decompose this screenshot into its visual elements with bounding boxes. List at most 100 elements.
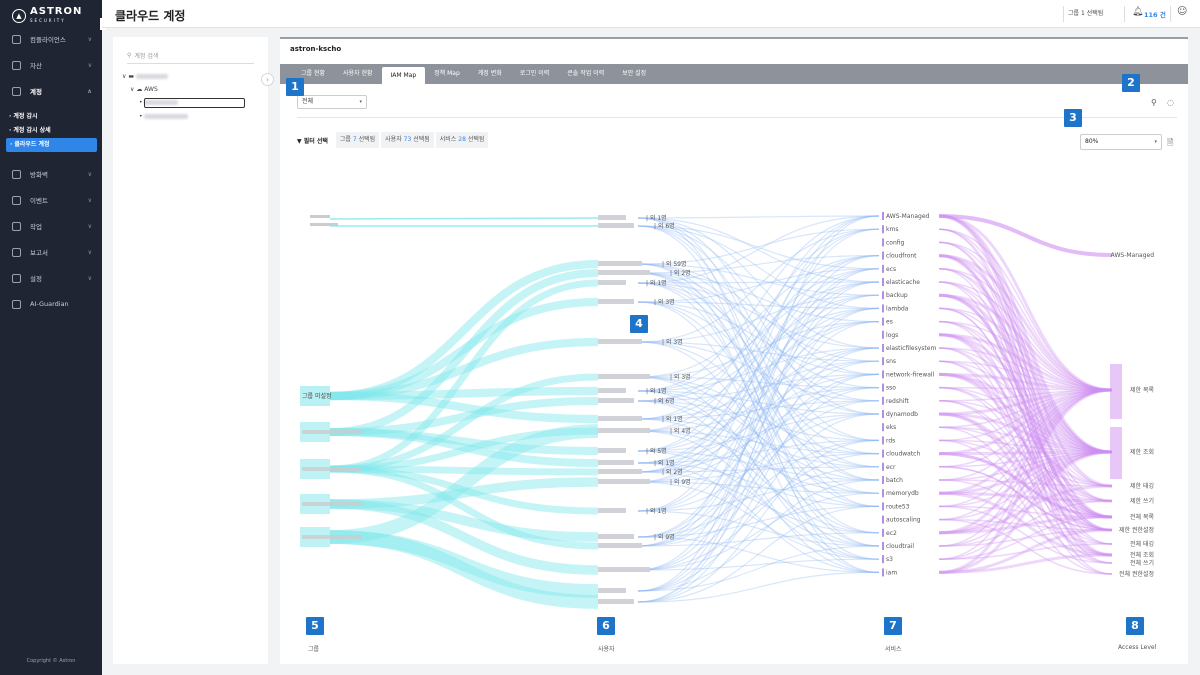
tab-user-status[interactable]: 사용자 현황 <box>334 64 382 84</box>
user-count-label: | 외 2명 <box>670 269 691 277</box>
column-label-group: 그룹 <box>308 646 320 653</box>
filter-chip-user[interactable]: 사용자 73 선택됨 <box>381 132 434 148</box>
chevron-down-icon: ∨ <box>87 35 92 43</box>
account-tree-panel: ⚲ 계정 검색 ∨ ▬ ∨ ☁ AWS • • <box>113 37 268 664</box>
chevron-down-icon: ∨ <box>87 248 92 256</box>
redacted-text <box>135 74 168 79</box>
filter-chip-group[interactable]: 그룹 7 선택됨 <box>335 132 380 148</box>
user-node-redacted <box>598 215 626 220</box>
chevron-down-icon: ∨ <box>87 170 92 178</box>
user-count-label: | 외 6명 <box>654 222 675 230</box>
service-node-bar <box>882 370 884 379</box>
sub-item-account-monitor-detail[interactable]: · 계정 감시 상세 <box>9 125 51 134</box>
sidebar-item-label: 컴플라이언스 <box>30 36 66 44</box>
service-node-bar <box>882 449 884 458</box>
group-node-redacted <box>310 223 338 226</box>
sidebar-item-task[interactable]: 작업 ∨ <box>0 215 102 237</box>
chevron-down-icon: ∨ <box>122 73 127 80</box>
tree-node-root[interactable]: ∨ ▬ <box>122 73 168 80</box>
group-select[interactable]: 그룹 1 선택됨 <box>1068 8 1103 17</box>
filter-row: ▼ 필터 선택 그룹 7 선택됨 사용자 73 선택됨 서비스 28 선택됨 <box>297 132 489 148</box>
column-label-user: 사용자 <box>598 646 615 653</box>
user-node-redacted <box>598 508 626 513</box>
sidebar-item-event[interactable]: 이벤트 ∨ <box>0 189 102 211</box>
divider <box>297 117 1177 118</box>
tree-node-aws[interactable]: ∨ ☁ AWS <box>130 86 158 93</box>
user-count-label: | 외 3명 <box>662 338 683 346</box>
marker-6: 6 <box>597 617 615 635</box>
access-level-label: AWS-Managed <box>1111 252 1155 259</box>
user-count-label: | 외 1명 <box>646 387 667 395</box>
bell-icon[interactable]: 🔔︎ <box>1132 7 1143 17</box>
service-label: cloudfront <box>886 253 917 260</box>
service-label: memorydb <box>886 490 919 497</box>
service-label: cloudtrail <box>886 543 914 550</box>
user-node-redacted <box>598 479 650 484</box>
alert-count[interactable]: 116 건 <box>1144 9 1166 19</box>
service-node-bar <box>882 344 884 352</box>
access-level-label: 제한 권한설정 <box>1119 526 1154 534</box>
sidebar: ▲ ASTRON SECURITY 컴플라이언스 ∨ 자산 ∨ 계정 ∧ · 계정 감시… <box>0 0 102 675</box>
brand-logo[interactable]: ▲ ASTRON SECURITY <box>12 7 82 25</box>
caret-down-icon: ▾ <box>359 99 362 105</box>
settings-icon[interactable]: ◌ <box>1167 98 1174 107</box>
search-input[interactable]: ⚲ 계정 검색 <box>127 48 254 64</box>
database-icon <box>12 60 21 70</box>
service-node-bar <box>882 383 884 392</box>
service-node-bar <box>882 278 884 286</box>
tab-security-settings[interactable]: 보안 설정 <box>613 64 655 84</box>
sidebar-item-compliance[interactable]: 컴플라이언스 ∨ <box>0 28 102 50</box>
user-icon[interactable]: ☺ <box>1177 6 1187 17</box>
tab-policy-map[interactable]: 정책 Map <box>425 64 469 84</box>
service-label: s3 <box>886 556 893 563</box>
service-label: logs <box>886 332 898 339</box>
flow-user-service <box>637 215 880 219</box>
sidebar-item-ai-guardian[interactable]: AI-Guardian <box>0 293 102 315</box>
header-divider <box>1124 6 1125 22</box>
filter-label[interactable]: ▼ 필터 선택 <box>297 136 328 145</box>
firewall-icon <box>12 169 21 179</box>
chevron-right-icon[interactable]: › <box>261 73 274 86</box>
user-node-redacted <box>598 299 634 304</box>
user-count-label: | 외 3명 <box>654 298 675 306</box>
service-node-bar <box>882 357 884 366</box>
sub-item-cloud-account[interactable]: · 클라우드 계정 <box>6 138 97 152</box>
scope-select[interactable]: 전체 ▾ <box>297 95 367 109</box>
sidebar-item-firewall[interactable]: 방화벽 ∨ <box>0 163 102 185</box>
service-label: backup <box>886 292 908 299</box>
service-label: sso <box>886 385 896 392</box>
marker-3: 3 <box>1064 109 1082 127</box>
user-node-redacted <box>598 339 642 344</box>
sub-item-account-monitor[interactable]: · 계정 감시 <box>9 111 38 120</box>
service-label: elasticache <box>886 279 920 286</box>
gear-icon <box>12 273 21 283</box>
zoom-select[interactable]: 80% ▾ <box>1080 134 1162 150</box>
tab-iam-map[interactable]: IAM Map <box>381 67 426 84</box>
sidebar-item-label: 이벤트 <box>30 197 48 205</box>
sidebar-item-label: 설정 <box>30 275 42 283</box>
user-node-redacted <box>598 567 650 572</box>
search-icon[interactable]: ⚲ <box>1151 98 1157 107</box>
sidebar-item-settings[interactable]: 설정 ∨ <box>0 267 102 289</box>
filter-chip-service[interactable]: 서비스 28 선택됨 <box>435 132 489 148</box>
sidebar-item-account[interactable]: 계정 ∧ <box>0 80 102 102</box>
tab-login-history[interactable]: 로그인 이력 <box>511 64 559 84</box>
group-node-redacted <box>302 430 362 434</box>
sidebar-item-label: 자산 <box>30 62 42 70</box>
astron-logo-icon: ▲ <box>12 9 26 23</box>
chevron-down-icon: ∨ <box>87 274 92 282</box>
group-node-redacted <box>302 535 362 539</box>
service-label: autoscaling <box>886 517 921 524</box>
export-icon[interactable]: 🗎︎ <box>1167 137 1173 151</box>
access-level-label: 전체 조회 <box>1130 551 1154 559</box>
tree-node-account[interactable]: • <box>139 113 189 120</box>
access-level-label: 제한 목록 <box>1130 386 1154 394</box>
chevron-down-icon: ∨ <box>87 222 92 230</box>
tab-account-changes[interactable]: 계정 변화 <box>469 64 511 84</box>
tab-console-history[interactable]: 콘솔 작업 이력 <box>558 64 613 84</box>
sidebar-item-report[interactable]: 보고서 ∨ <box>0 241 102 263</box>
service-label: ecr <box>886 464 896 471</box>
service-node-bar <box>882 330 884 339</box>
user-node-redacted <box>598 223 634 228</box>
sidebar-item-assets[interactable]: 자산 ∨ <box>0 54 102 76</box>
